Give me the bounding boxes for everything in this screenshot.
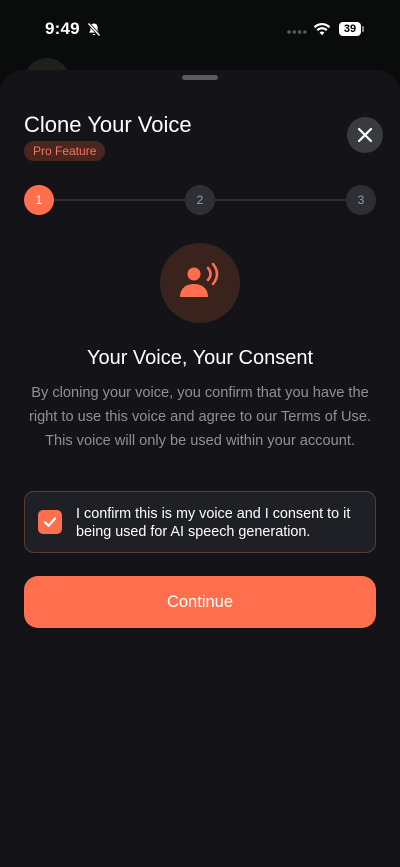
sheet-title: Clone Your Voice [24,112,192,137]
checkmark-icon [43,517,57,527]
consent-checkbox-card[interactable]: I confirm this is my voice and I consent… [24,491,376,553]
consent-checkbox[interactable] [38,510,62,534]
consent-description: By cloning your voice, you confirm that … [28,385,372,449]
sheet-grabber[interactable] [182,75,218,80]
consent-heading: Your Voice, Your Consent [86,347,314,369]
continue-button[interactable]: Continue [24,576,376,628]
battery-indicator: 39 [339,22,365,37]
signal-icon [287,30,307,34]
close-button[interactable] [347,117,383,153]
status-bar: 9:49 39 [0,0,400,60]
pro-feature-badge: Pro Feature [24,141,106,161]
bell-slash-icon [87,22,101,37]
step-1: 1 [24,185,54,215]
close-icon [357,127,373,143]
voice-speaking-icon [180,263,219,297]
status-time: 9:49 [45,19,80,38]
step-2: 2 [185,185,215,215]
battery-level: 39 [339,22,361,36]
wifi-icon [313,23,331,36]
step-3: 3 [346,185,376,215]
app-screen: 9:49 39 Clone Your Voice Pro Feature 1 2… [0,0,400,867]
consent-label: I confirm this is my voice and I consent… [76,506,351,540]
voice-icon-container [160,243,240,323]
battery-tip [362,26,364,32]
clone-voice-sheet: Clone Your Voice Pro Feature 1 2 3 Your … [0,70,400,867]
